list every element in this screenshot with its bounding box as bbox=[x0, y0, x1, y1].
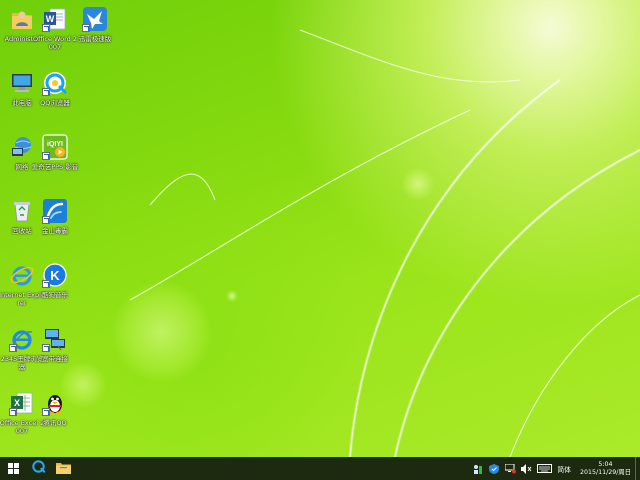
start-button[interactable] bbox=[1, 457, 25, 480]
shortcut-arrow-icon bbox=[9, 408, 17, 416]
desktop-background[interactable]: Administ... W Office Word 2007 迅雷极速版 此电脑… bbox=[0, 0, 640, 457]
people-icon[interactable] bbox=[472, 463, 484, 475]
shortcut-arrow-icon bbox=[42, 88, 50, 96]
shortcut-arrow-icon bbox=[9, 344, 17, 352]
desktop-icon-office-word[interactable]: W Office Word 2007 bbox=[33, 2, 77, 51]
desktop-icon-tencent-qq[interactable]: 腾讯QQ bbox=[33, 386, 77, 427]
recycle-bin-icon bbox=[9, 198, 35, 224]
word-icon: W bbox=[42, 6, 68, 32]
antivirus-icon bbox=[42, 198, 68, 224]
desktop-icon-broadband[interactable]: 宽带连接 bbox=[33, 322, 77, 363]
clock-time: 5:04 bbox=[598, 460, 613, 468]
shortcut-arrow-icon bbox=[42, 408, 50, 416]
shortcut-arrow-icon bbox=[42, 344, 50, 352]
ime-indicator[interactable]: 简体 bbox=[557, 464, 571, 474]
bokeh-light bbox=[226, 290, 238, 302]
shortcut-arrow-icon bbox=[42, 280, 50, 288]
windows-start-icon bbox=[7, 459, 19, 478]
shortcut-arrow-icon bbox=[42, 216, 50, 224]
desktop-icon-label: 腾讯QQ bbox=[43, 419, 67, 427]
xunlei-bird-icon bbox=[82, 6, 108, 32]
network-icon bbox=[9, 134, 35, 160]
taskbar-pinned-qq-browser[interactable] bbox=[26, 457, 50, 480]
2345-browser-icon bbox=[9, 326, 35, 352]
svg-text:X: X bbox=[14, 398, 20, 408]
desktop-icon-xunlei[interactable]: 迅雷极速版 bbox=[73, 2, 117, 43]
taskbar-clock[interactable]: 5:04 2015/11/29/周日 bbox=[580, 461, 631, 477]
shortcut-arrow-icon bbox=[82, 24, 90, 32]
qq-browser-icon bbox=[31, 459, 46, 478]
svg-text:W: W bbox=[46, 14, 55, 24]
shortcut-arrow-icon bbox=[42, 24, 50, 32]
bokeh-light bbox=[112, 282, 212, 382]
ie-icon bbox=[9, 262, 35, 288]
taskbar: 简体 5:04 2015/11/29/周日 bbox=[0, 457, 640, 480]
desktop-icon-label: 爱奇艺PPS 影音 bbox=[31, 163, 79, 171]
desktop-icon-label: QQ浏览器 bbox=[40, 99, 70, 107]
desktop-icon-kugou[interactable]: K 酷狗音乐 bbox=[33, 258, 77, 299]
shortcut-arrow-icon bbox=[42, 152, 50, 160]
desktop-icon-label: 宽带连接 bbox=[42, 355, 68, 363]
desktop-icon-iqiyi[interactable]: iQIYI 爱奇艺PPS 影音 bbox=[31, 130, 79, 171]
broadband-icon bbox=[42, 326, 68, 352]
wallpaper-light-arcs bbox=[129, 29, 640, 457]
show-desktop-button[interactable] bbox=[635, 457, 640, 480]
desktop-icon-qq-browser[interactable]: QQ浏览器 bbox=[33, 66, 77, 107]
computer-icon bbox=[9, 70, 35, 96]
volume-icon[interactable] bbox=[520, 463, 532, 475]
taskbar-pinned-file-explorer[interactable] bbox=[51, 457, 75, 480]
desktop-icon-label: 酷狗音乐 bbox=[42, 291, 68, 299]
bokeh-light bbox=[402, 168, 434, 200]
kugou-icon: K bbox=[42, 262, 68, 288]
system-tray: 简体 5:04 2015/11/29/周日 bbox=[470, 457, 640, 480]
user-folder-icon bbox=[9, 6, 35, 32]
keyboard-icon[interactable] bbox=[536, 463, 552, 475]
clock-date: 2015/11/29/周日 bbox=[579, 468, 631, 476]
shield-icon[interactable] bbox=[488, 463, 500, 475]
svg-text:K: K bbox=[50, 268, 60, 283]
svg-text:iQIYI: iQIYI bbox=[47, 141, 63, 148]
folder-icon bbox=[55, 459, 71, 478]
desktop-icon-label: 金山毒霸 bbox=[42, 227, 68, 235]
excel-icon: X bbox=[9, 390, 35, 416]
qq-penguin-icon bbox=[42, 390, 68, 416]
qq-browser-icon bbox=[42, 70, 68, 96]
network-icon[interactable] bbox=[504, 463, 516, 475]
desktop-icon-kingsoft-antivirus[interactable]: 金山毒霸 bbox=[33, 194, 77, 235]
iqiyi-icon: iQIYI bbox=[42, 134, 68, 160]
desktop-icon-label: 迅雷极速版 bbox=[78, 35, 112, 43]
